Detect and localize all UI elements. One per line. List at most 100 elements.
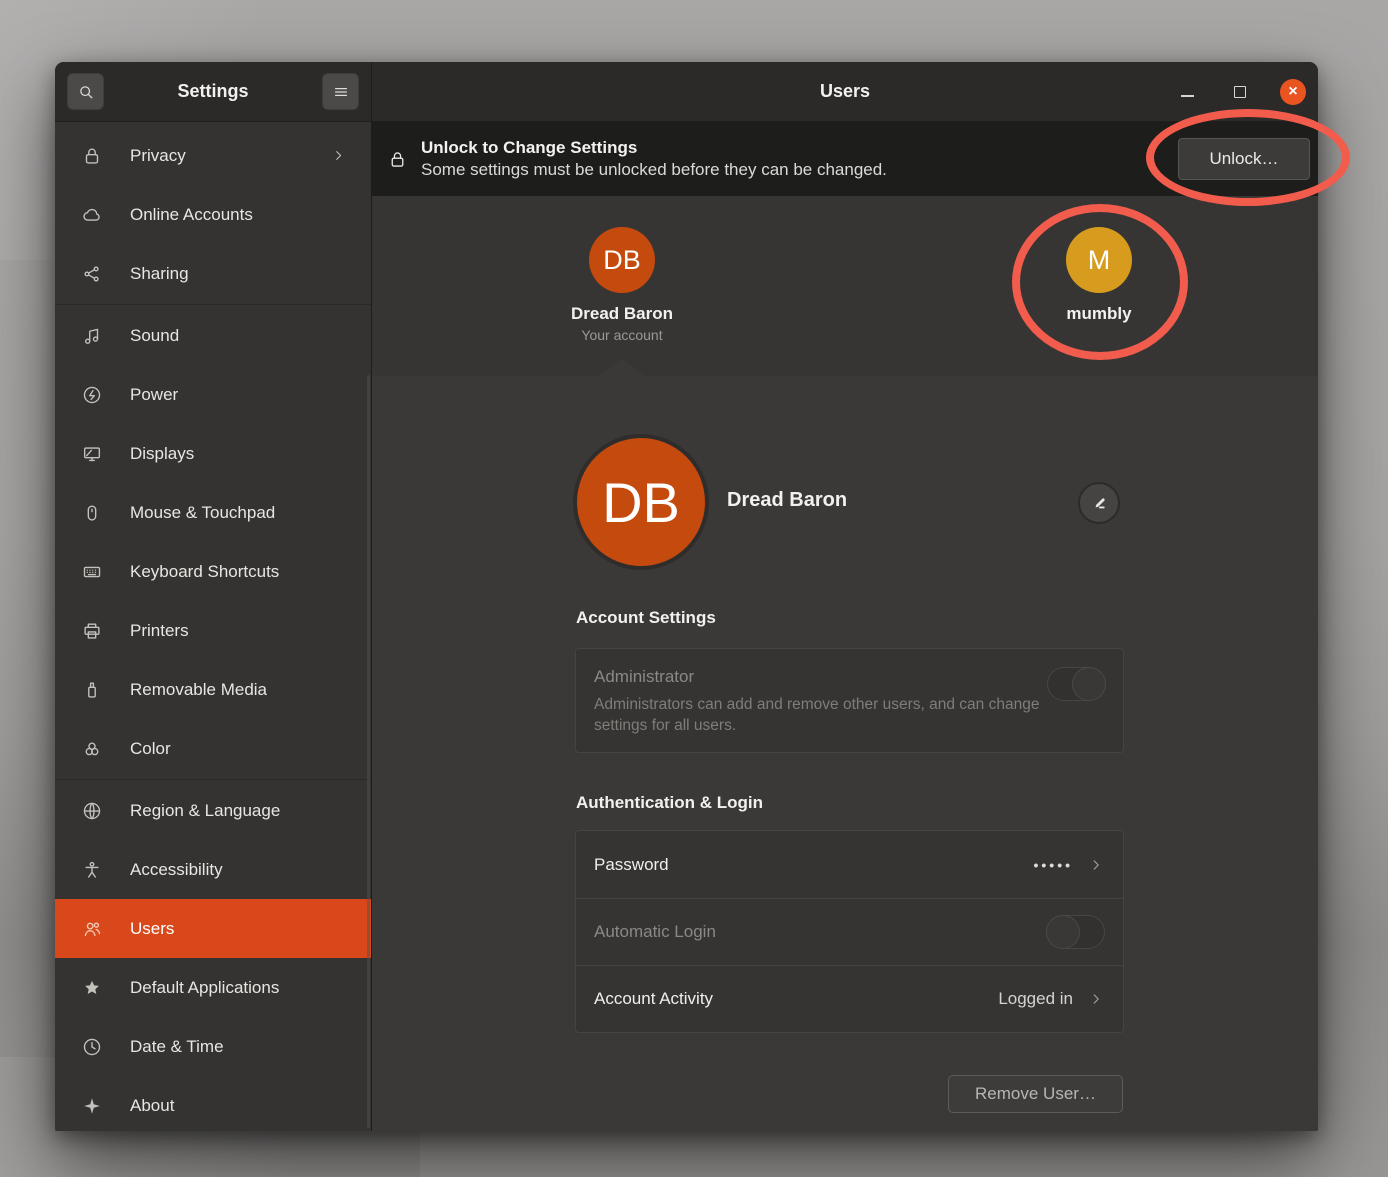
edit-name-button[interactable]	[1078, 482, 1120, 524]
chevron-right-icon	[1087, 990, 1105, 1008]
cloud-icon	[81, 204, 103, 226]
display-icon	[81, 443, 103, 465]
automatic-login-toggle[interactable]	[1047, 915, 1105, 949]
main-panel: Users × Unlock to Change Settings Some s…	[372, 62, 1318, 1131]
content-area: DB Dread Baron Account SettingsAdministr…	[372, 376, 1318, 1131]
unlock-banner-subtitle: Some settings must be unlocked before th…	[421, 160, 887, 180]
sidebar-item-region-language[interactable]: Region & Language	[55, 781, 371, 840]
unlock-banner: Unlock to Change Settings Some settings …	[372, 122, 1318, 196]
mouse-icon	[81, 502, 103, 524]
row-value: •••••	[1033, 857, 1073, 873]
profile-avatar: DB	[573, 434, 709, 570]
sidebar-item-label: Removable Media	[130, 680, 267, 700]
sidebar-item-online-accounts[interactable]: Online Accounts	[55, 185, 371, 244]
row-label: Administrator	[594, 667, 1047, 687]
sidebar-item-label: Printers	[130, 621, 189, 641]
power-icon	[81, 384, 103, 406]
user-name: Dread Baron	[571, 304, 673, 324]
sidebar-item-label: Accessibility	[130, 860, 223, 880]
unlock-button[interactable]: Unlock…	[1178, 138, 1310, 180]
card-authentication-login: Password ••••• Automatic Login Account Acti…	[575, 830, 1124, 1033]
maximize-button[interactable]	[1227, 79, 1253, 105]
sidebar-item-label: Privacy	[130, 146, 186, 166]
sidebar-item-label: Date & Time	[130, 1037, 224, 1057]
minimize-button[interactable]	[1174, 79, 1200, 105]
chevron-right-icon	[1087, 990, 1105, 1008]
sidebar-item-printers[interactable]: Printers	[55, 601, 371, 660]
password-row[interactable]: Password •••••	[576, 831, 1123, 898]
user-subtitle: Your account	[581, 327, 662, 343]
card-account-settings: Administrator Administrators can add and …	[575, 648, 1124, 753]
sidebar-item-label: About	[130, 1096, 174, 1116]
sidebar-item-keyboard-shortcuts[interactable]: Keyboard Shortcuts	[55, 542, 371, 601]
printer-icon	[81, 620, 103, 642]
user-card-dread-baron[interactable]: DB Dread Baron Your account	[542, 196, 702, 376]
chevron-right-icon	[330, 147, 347, 164]
close-icon: ×	[1288, 84, 1297, 100]
sidebar-item-label: Region & Language	[130, 801, 280, 821]
row-label: Password	[594, 855, 669, 875]
sidebar-item-color[interactable]: Color	[55, 719, 371, 778]
sidebar-item-users[interactable]: Users	[55, 899, 371, 958]
sidebar-item-accessibility[interactable]: Accessibility	[55, 840, 371, 899]
sidebar-item-label: Displays	[130, 444, 194, 464]
remove-user-button[interactable]: Remove User…	[948, 1075, 1123, 1113]
sparkle-icon	[81, 1095, 103, 1117]
sidebar-item-sound[interactable]: Sound	[55, 306, 371, 365]
close-button[interactable]: ×	[1280, 79, 1306, 105]
titlebar: Users ×	[372, 62, 1318, 122]
share-icon	[81, 263, 103, 285]
sidebar-item-label: Users	[130, 919, 174, 939]
sidebar-divider	[55, 304, 371, 305]
menu-button[interactable]	[322, 73, 359, 110]
avatar: DB	[589, 227, 655, 293]
sidebar-scrollbar[interactable]	[367, 375, 370, 1128]
sidebar-item-sharing[interactable]: Sharing	[55, 244, 371, 303]
sidebar: Settings Privacy Online Accounts Sharing So…	[55, 62, 372, 1131]
avatar: M	[1066, 227, 1132, 293]
search-button[interactable]	[67, 73, 104, 110]
administrator-row: Administrator Administrators can add and …	[576, 649, 1123, 752]
row-value: Logged in	[998, 989, 1073, 1009]
sidebar-item-privacy[interactable]: Privacy	[55, 126, 371, 185]
sidebar-item-mouse-touchpad[interactable]: Mouse & Touchpad	[55, 483, 371, 542]
globe-icon	[81, 800, 103, 822]
sidebar-item-label: Online Accounts	[130, 205, 253, 225]
toggle-knob	[1046, 915, 1080, 949]
chevron-right-icon	[1087, 856, 1105, 874]
sidebar-item-removable-media[interactable]: Removable Media	[55, 660, 371, 719]
pencil-icon	[1090, 494, 1109, 513]
sidebar-item-label: Color	[130, 739, 171, 759]
administrator-toggle[interactable]	[1047, 667, 1105, 701]
profile-name: Dread Baron	[727, 489, 847, 512]
sidebar-item-about[interactable]: About	[55, 1076, 371, 1131]
users-icon	[81, 918, 103, 940]
hamburger-menu-icon	[331, 82, 351, 102]
sidebar-divider	[55, 779, 371, 780]
user-card-mumbly[interactable]: Mmumbly	[1019, 196, 1179, 376]
flash-drive-icon	[81, 679, 103, 701]
settings-window: Settings Privacy Online Accounts Sharing So…	[55, 62, 1318, 1131]
sidebar-item-label: Sound	[130, 326, 179, 346]
sidebar-item-power[interactable]: Power	[55, 365, 371, 424]
row-description: Administrators can add and remove other …	[594, 694, 1047, 737]
row-label: Automatic Login	[594, 922, 716, 942]
keyboard-icon	[81, 561, 103, 583]
minimize-icon	[1181, 95, 1194, 97]
sidebar-item-displays[interactable]: Displays	[55, 424, 371, 483]
star-icon	[81, 977, 103, 999]
unlock-banner-text: Unlock to Change Settings Some settings …	[421, 138, 887, 180]
sidebar-item-date-time[interactable]: Date & Time	[55, 1017, 371, 1076]
color-icon	[81, 738, 103, 760]
section-heading-authentication-login: Authentication & Login	[576, 793, 763, 813]
user-carousel: DB Dread Baron Your account Mmumbly	[372, 196, 1318, 376]
sidebar-list: Privacy Online Accounts Sharing Sound Power D…	[55, 122, 371, 1131]
lock-icon	[387, 149, 408, 170]
user-name: mumbly	[1066, 304, 1131, 324]
clock-icon	[81, 1036, 103, 1058]
window-controls: ×	[1174, 79, 1318, 105]
account-activity-row[interactable]: Account ActivityLogged in	[576, 965, 1123, 1032]
sidebar-header: Settings	[55, 62, 371, 122]
sidebar-item-label: Default Applications	[130, 978, 279, 998]
sidebar-item-default-applications[interactable]: Default Applications	[55, 958, 371, 1017]
